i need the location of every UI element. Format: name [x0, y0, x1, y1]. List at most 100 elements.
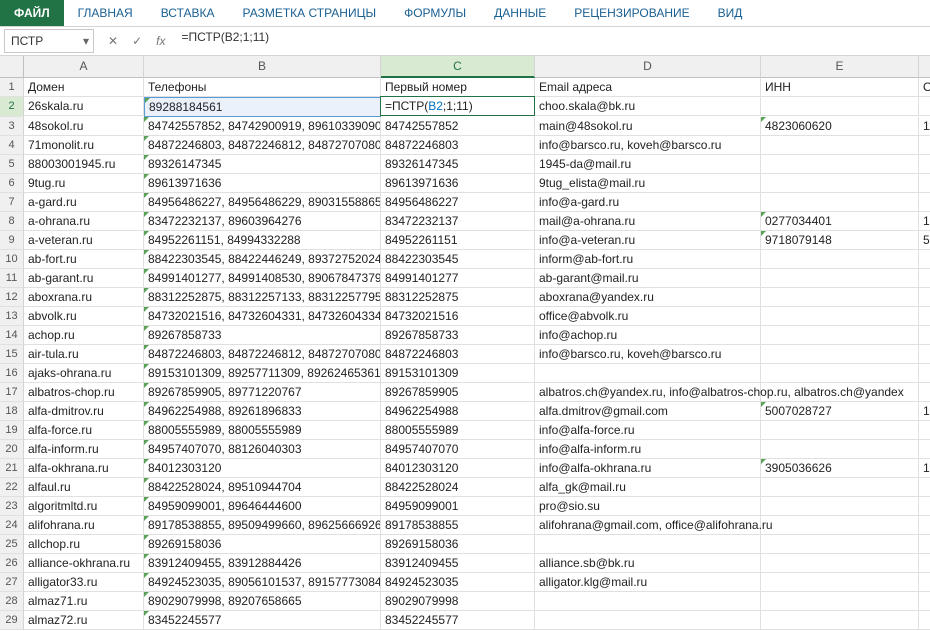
tab-home[interactable]: ГЛАВНАЯ	[64, 0, 147, 26]
cell-phones[interactable]: 89029079998, 89207658665	[144, 592, 381, 611]
row-header[interactable]: 15	[0, 345, 24, 364]
cell-inn[interactable]	[761, 155, 919, 174]
row-header[interactable]: 7	[0, 193, 24, 212]
cell-phones[interactable]: 84872246803, 84872246812, 84872707080,	[144, 345, 381, 364]
cell-inn[interactable]: 3905036626	[761, 459, 919, 478]
cell-phones[interactable]: 89613971636	[144, 174, 381, 193]
row-header[interactable]: 16	[0, 364, 24, 383]
col-header-e[interactable]: E	[761, 56, 919, 78]
cell-inn[interactable]	[761, 440, 919, 459]
cell-domain[interactable]: ab-fort.ru	[24, 250, 144, 269]
row-header[interactable]: 25	[0, 535, 24, 554]
cell-domain[interactable]: a-gard.ru	[24, 193, 144, 212]
cell-email[interactable]: choo.skala@bk.ru	[535, 97, 761, 116]
cell-phones[interactable]: 88422303545, 88422446249, 89372752024	[144, 250, 381, 269]
row-header[interactable]: 28	[0, 592, 24, 611]
cell-extra[interactable]: 517	[919, 231, 930, 250]
cell-extra[interactable]	[919, 611, 930, 630]
cell-inn[interactable]	[761, 269, 919, 288]
row-header[interactable]: 27	[0, 573, 24, 592]
cell-domain[interactable]: allchop.ru	[24, 535, 144, 554]
cell-inn[interactable]	[761, 193, 919, 212]
cell-email[interactable]: main@48sokol.ru	[535, 117, 761, 136]
row-header[interactable]: 2	[0, 97, 24, 117]
tab-layout[interactable]: РАЗМЕТКА СТРАНИЦЫ	[229, 0, 391, 26]
cell-domain[interactable]: albatros-chop.ru	[24, 383, 144, 402]
cell-first-number[interactable]: 88422303545	[381, 250, 535, 269]
cell-extra[interactable]	[919, 174, 930, 193]
cell-phones[interactable]: 84732021516, 84732604331, 84732604334	[144, 307, 381, 326]
cell-a1[interactable]: Домен	[24, 78, 144, 97]
tab-data[interactable]: ДАННЫЕ	[480, 0, 560, 26]
col-header-a[interactable]: A	[24, 56, 144, 78]
cell-first-number[interactable]: 84956486227	[381, 193, 535, 212]
fx-icon[interactable]: fx	[156, 34, 165, 48]
row-header[interactable]: 11	[0, 269, 24, 288]
cell-extra[interactable]	[919, 497, 930, 516]
row-header[interactable]: 17	[0, 383, 24, 402]
cell-inn[interactable]	[761, 554, 919, 573]
cell-first-number[interactable]: =ПСТР(B2;1;11)	[381, 97, 535, 116]
cell-email[interactable]: alfa.dmitrov@gmail.com	[535, 402, 761, 421]
cell-email[interactable]: inform@ab-fort.ru	[535, 250, 761, 269]
cell-inn[interactable]	[761, 326, 919, 345]
cell-phones[interactable]: 88312252875, 88312257133, 88312257795	[144, 288, 381, 307]
row-header[interactable]: 18	[0, 402, 24, 421]
cell-first-number[interactable]: 89029079998	[381, 592, 535, 611]
cell-phones[interactable]: 89269158036	[144, 535, 381, 554]
cell-phones[interactable]: 88422528024, 89510944704	[144, 478, 381, 497]
cell-extra[interactable]	[919, 345, 930, 364]
cell-extra[interactable]	[919, 97, 930, 116]
cell-inn[interactable]	[761, 174, 919, 193]
cell-email[interactable]: 9tug_elista@mail.ru	[535, 174, 761, 193]
tab-review[interactable]: РЕЦЕНЗИРОВАНИЕ	[560, 0, 703, 26]
cell-inn[interactable]	[761, 421, 919, 440]
cell-phones[interactable]: 83912409455, 83912884426	[144, 554, 381, 573]
row-header[interactable]: 23	[0, 497, 24, 516]
cell-inn[interactable]	[761, 383, 919, 402]
row-header[interactable]: 8	[0, 212, 24, 231]
row-header[interactable]: 1	[0, 78, 24, 97]
cell-inn[interactable]	[761, 250, 919, 269]
cell-domain[interactable]: 26skala.ru	[24, 97, 144, 116]
cell-c1[interactable]: Первый номер	[381, 78, 535, 97]
cell-domain[interactable]: almaz71.ru	[24, 592, 144, 611]
col-header-c[interactable]: C	[381, 56, 535, 78]
cell-domain[interactable]: algoritmltd.ru	[24, 497, 144, 516]
cell-extra[interactable]	[919, 326, 930, 345]
cell-first-number[interactable]: 84957407070	[381, 440, 535, 459]
cell-first-number[interactable]: 83472232137	[381, 212, 535, 231]
cell-phones[interactable]: 83452245577	[144, 611, 381, 630]
cell-first-number[interactable]: 84962254988	[381, 402, 535, 421]
cell-email[interactable]: info@a-veteran.ru	[535, 231, 761, 250]
tab-view[interactable]: ВИД	[704, 0, 757, 26]
cell-inn[interactable]	[761, 345, 919, 364]
cell-phones[interactable]: 88005555989, 88005555989	[144, 421, 381, 440]
cell-phones[interactable]: 89267859905, 89771220767	[144, 383, 381, 402]
cell-domain[interactable]: 88003001945.ru	[24, 155, 144, 174]
cell-email[interactable]: albatros.ch@yandex.ru, info@albatros-cho…	[535, 383, 761, 402]
cell-phones[interactable]: 84924523035, 89056101537, 89157773084,	[144, 573, 381, 592]
cell-email[interactable]: 1945-da@mail.ru	[535, 155, 761, 174]
cell-first-number[interactable]: 88312252875	[381, 288, 535, 307]
cell-first-number[interactable]: 89326147345	[381, 155, 535, 174]
cell-inn[interactable]	[761, 364, 919, 383]
col-header-b[interactable]: B	[144, 56, 381, 78]
cell-email[interactable]: info@barsco.ru, koveh@barsco.ru	[535, 345, 761, 364]
cell-email[interactable]: info@alfa-inform.ru	[535, 440, 761, 459]
cell-extra[interactable]	[919, 364, 930, 383]
cell-email[interactable]	[535, 592, 761, 611]
cell-inn[interactable]	[761, 307, 919, 326]
cell-first-number[interactable]: 89267859905	[381, 383, 535, 402]
cell-d1[interactable]: Email адреса	[535, 78, 761, 97]
cell-inn[interactable]	[761, 535, 919, 554]
cell-first-number[interactable]: 84012303120	[381, 459, 535, 478]
row-header[interactable]: 6	[0, 174, 24, 193]
select-all-corner[interactable]	[0, 56, 24, 78]
cell-domain[interactable]: aboxrana.ru	[24, 288, 144, 307]
cell-extra[interactable]	[919, 478, 930, 497]
cell-phones[interactable]: 84959099001, 89646444600	[144, 497, 381, 516]
cell-f1[interactable]: ОГ	[919, 78, 930, 97]
cell-domain[interactable]: a-veteran.ru	[24, 231, 144, 250]
cell-email[interactable]: pro@sio.su	[535, 497, 761, 516]
